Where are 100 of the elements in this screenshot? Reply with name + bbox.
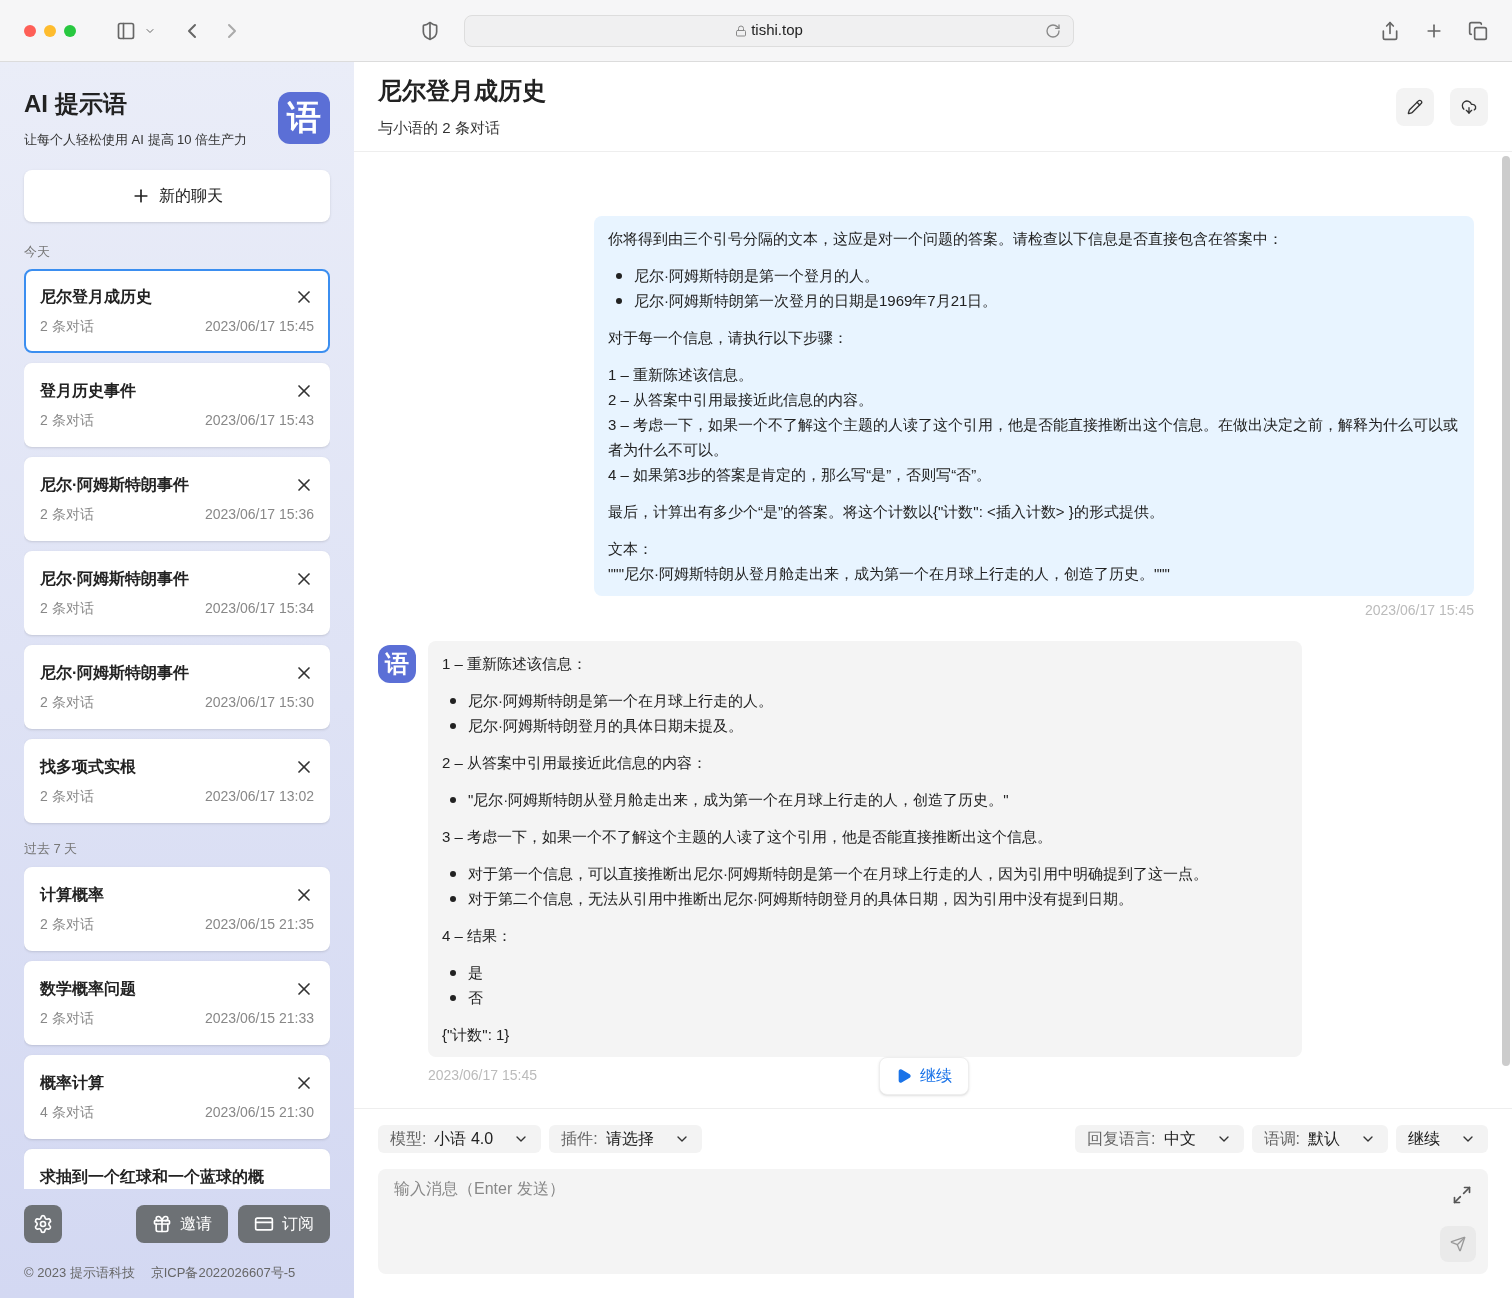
- option-select[interactable]: 模型: 小语 4.0: [378, 1125, 542, 1153]
- settings-button[interactable]: [24, 1204, 62, 1243]
- download-button[interactable]: [1450, 87, 1488, 126]
- message-text: 1 – 重新陈述该信息：: [442, 654, 589, 674]
- chat-item-title: 求抽到一个红球和一个蓝球的概: [40, 1166, 264, 1187]
- chat-item-title: 尼尔登月成历史: [40, 287, 152, 307]
- chat-item[interactable]: 登月历史事件 2 条对话 2023/06/17 15:43: [24, 363, 330, 447]
- share-icon[interactable]: [1380, 20, 1400, 41]
- play-icon: [896, 1068, 912, 1084]
- app-logo: 语: [278, 91, 330, 144]
- bullet-text: 对于第一个信息，可以直接推断出尼尔·阿姆斯特朗是第一个在月球上行走的人，因为引用中明确提到了这一点。: [468, 864, 1208, 884]
- message-text: {"计数": 1}: [442, 1025, 511, 1045]
- chat-item-title: 尼尔·阿姆斯特朗事件: [40, 569, 190, 589]
- message-time: 2023/06/17 15:45: [428, 1066, 537, 1085]
- cloud-download-icon: [1461, 98, 1477, 115]
- bullet-text: 尼尔·阿姆斯特朗是第一个在月球上行走的人。: [468, 691, 773, 711]
- message-text: 你将得到由三个引号分隔的文本，这应是对一个问题的答案。请检查以下信息是否直接包含在答案中：: [608, 229, 1284, 249]
- gift-icon: [152, 1213, 172, 1234]
- chat-item-time: 2023/06/17 15:30: [205, 693, 314, 712]
- chat-item-count: 2 条对话: [40, 914, 94, 934]
- chat-item-title: 登月历史事件: [40, 381, 136, 401]
- new-chat-button[interactable]: 新的聊天: [24, 169, 330, 222]
- app-subtitle: 让每个人轻松使用 AI 提高 10 倍生产力: [24, 131, 248, 149]
- message-text: 4 – 结果：: [442, 926, 514, 946]
- close-window-icon[interactable]: [24, 24, 36, 37]
- chat-item-title: 概率计算: [40, 1072, 104, 1093]
- bullet-icon: [450, 871, 456, 877]
- chat-item[interactable]: 数学概率问题 2 条对话 2023/06/15 21:33: [24, 960, 330, 1045]
- chat-item-count: 2 条对话: [40, 787, 94, 806]
- bullet-icon: [450, 970, 456, 976]
- app-title: AI 提示语: [24, 89, 128, 119]
- sidebar-icon[interactable]: [116, 20, 136, 41]
- chat-item-time: 2023/06/15 21:35: [205, 914, 314, 934]
- chat-item-count: 2 条对话: [40, 1008, 94, 1028]
- edit-button[interactable]: [1396, 87, 1434, 126]
- option-select[interactable]: 插件: 请选择: [549, 1125, 702, 1153]
- invite-button[interactable]: 邀请: [136, 1204, 228, 1243]
- chat-item-time: 2023/06/17 15:45: [205, 317, 314, 336]
- group-label: 过去 7 天: [24, 840, 79, 858]
- bullet-icon: [450, 698, 456, 704]
- group-label: 今天: [24, 242, 51, 261]
- message-text: """尼尔·阿姆斯特朗从登月舱走出来，成为第一个在月球上行走的人，创造了历史。""": [608, 564, 1171, 584]
- bullet-text: 尼尔·阿姆斯特朗是第一个登月的人。: [634, 266, 879, 286]
- subscribe-button[interactable]: 订阅: [238, 1204, 330, 1243]
- chat-item[interactable]: 尼尔登月成历史 2 条对话 2023/06/17 15:45: [24, 269, 330, 353]
- chat-subtitle: 与小语的 2 条对话: [378, 118, 501, 139]
- bullet-text: 尼尔·阿姆斯特朗登月的具体日期未提及。: [468, 716, 743, 736]
- chat-item-count: 2 条对话: [40, 505, 94, 524]
- copyright-text: © 2023 提示语科技: [24, 1263, 135, 1282]
- chat-item[interactable]: 尼尔·阿姆斯特朗事件 2 条对话 2023/06/17 15:36: [24, 457, 330, 541]
- chat-item-time: 2023/06/17 13:02: [205, 787, 314, 806]
- message-input[interactable]: 输入消息（Enter 发送）: [378, 1169, 1488, 1274]
- chat-item[interactable]: 尼尔·阿姆斯特朗事件 2 条对话 2023/06/17 15:34: [24, 551, 330, 635]
- message-text: 2 – 从答案中引用最接近此信息的内容。: [608, 390, 875, 410]
- chat-item-title: 计算概率: [40, 884, 104, 905]
- icp-link[interactable]: 京ICP备2022026607号-5: [150, 1262, 296, 1282]
- bullet-icon: [616, 273, 622, 279]
- app-logo: 语: [378, 645, 416, 683]
- bullet-text: 否: [468, 988, 483, 1008]
- option-select[interactable]: 语调: 默认: [1251, 1125, 1388, 1153]
- message-time: 2023/06/17 15:45: [1365, 601, 1474, 620]
- message-text: 2 – 从答案中引用最接近此信息的内容：: [442, 753, 709, 773]
- chat-item-title: 尼尔·阿姆斯特朗事件: [40, 663, 190, 683]
- tabs-icon[interactable]: [1468, 20, 1488, 41]
- chat-item-title: 尼尔·阿姆斯特朗事件: [40, 475, 190, 495]
- url-text: tishi.top: [751, 20, 803, 41]
- bullet-text: 是: [468, 963, 483, 983]
- bullet-text: "尼尔·阿姆斯特朗从登月舱走出来，成为第一个在月球上行走的人，创造了历史。": [468, 790, 1009, 810]
- send-icon: [1450, 1236, 1466, 1252]
- chat-item[interactable]: 计算概率 2 条对话 2023/06/15 21:35: [24, 866, 330, 951]
- bullet-icon: [616, 298, 622, 304]
- chat-item-title: 找多项式实根: [40, 757, 136, 777]
- bullet-text: 对于第二个信息，无法从引用中推断出尼尔·阿姆斯特朗登月的具体日期，因为引用中没有提到日期。: [468, 889, 1133, 909]
- message-text: 文本：: [608, 539, 654, 559]
- message-text: 3 – 考虑一下，如果一个不了解这个主题的人读了这个引用，他是否能直接推断出这个信息。: [442, 827, 1054, 847]
- bullet-text: 尼尔·阿姆斯特朗第一次登月的日期是1969年7月21日。: [634, 291, 998, 311]
- message-text: 最后，计算出有多少个“是”的答案。将这个计数以{"计数": <插入计数> }的形式提供。: [608, 502, 1165, 522]
- chat-item-count: 2 条对话: [40, 599, 94, 618]
- chat-item-title: 数学概率问题: [40, 978, 136, 999]
- bullet-icon: [450, 723, 456, 729]
- chat-item-count: 4 条对话: [40, 1102, 94, 1122]
- chat-item-time: 2023/06/15 21:33: [205, 1008, 314, 1028]
- chat-item[interactable]: 找多项式实根 2 条对话 2023/06/17 13:02: [24, 739, 330, 823]
- expand-icon[interactable]: [1452, 1185, 1472, 1205]
- chat-item[interactable]: 概率计算 4 条对话 2023/06/15 21:30: [24, 1054, 330, 1139]
- continue-button[interactable]: 继续: [879, 1057, 969, 1095]
- message-text: 4 – 如果第3步的答案是肯定的，那么写“是”，否则写“否”。: [608, 465, 993, 485]
- settings-icon: [33, 1213, 53, 1234]
- reload-icon[interactable]: [1045, 22, 1061, 39]
- chat-item[interactable]: 求抽到一个红球和一个蓝球的概: [24, 1148, 330, 1189]
- option-select[interactable]: 继续: [1396, 1125, 1488, 1153]
- bullet-icon: [450, 797, 456, 803]
- shield-icon[interactable]: [420, 20, 440, 41]
- chat-item-count: 2 条对话: [40, 411, 94, 430]
- address-bar[interactable]: tishi.top: [464, 14, 1074, 47]
- option-select[interactable]: 回复语言: 中文: [1075, 1125, 1244, 1153]
- chat-item-time: 2023/06/17 15:34: [205, 599, 314, 618]
- lock-icon: [735, 24, 748, 37]
- chat-item[interactable]: 尼尔·阿姆斯特朗事件 2 条对话 2023/06/17 15:30: [24, 645, 330, 729]
- bullet-icon: [450, 995, 456, 1001]
